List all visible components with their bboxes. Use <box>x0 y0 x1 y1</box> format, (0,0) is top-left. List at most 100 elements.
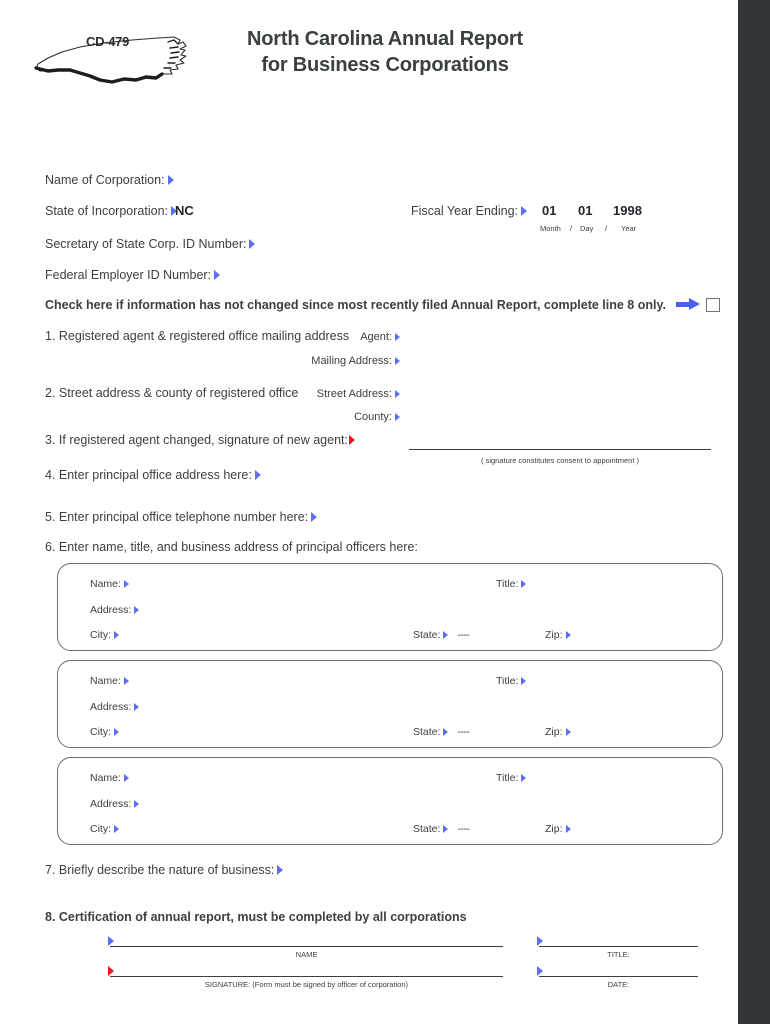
certification-title-field-marker-icon[interactable] <box>537 936 543 946</box>
officer-1-title-field-marker-icon[interactable] <box>521 580 527 588</box>
officer-3-address-label: Address: <box>90 798 132 810</box>
line-3-row: 3. If registered agent changed, signatur… <box>45 433 355 447</box>
county-row: County: <box>250 411 400 423</box>
line-3-text: 3. If registered agent changed, signatur… <box>45 433 348 447</box>
officer-2-name-label: Name: <box>90 675 121 687</box>
officer-3-city-row: City: <box>90 823 119 835</box>
blue-right-arrow-icon <box>676 298 700 310</box>
officer-3-title-field-marker-icon[interactable] <box>521 774 527 782</box>
certification-signature-field-marker-icon[interactable] <box>108 966 114 976</box>
fiscal-year-caption: Year <box>621 224 637 233</box>
line-7-text: 7. Briefly describe the nature of busine… <box>45 863 275 877</box>
mailing-address-field-marker-icon[interactable] <box>395 357 400 365</box>
line-4-row: 4. Enter principal office address here: <box>45 468 261 482</box>
form-code-label: CD-479 <box>86 34 129 49</box>
fiscal-sep-2: / <box>605 224 608 233</box>
principal-office-address-field-marker-icon[interactable] <box>254 470 261 480</box>
secretary-id-field-marker-icon[interactable] <box>249 239 256 249</box>
fiscal-sep-1: / <box>570 224 573 233</box>
officer-2-title-row: Title: <box>496 675 527 687</box>
officer-2-city-field-marker-icon[interactable] <box>114 728 119 736</box>
certification-name-field-marker-icon[interactable] <box>108 936 114 946</box>
certification-signature-line[interactable] <box>110 976 503 977</box>
principal-office-phone-field-marker-icon[interactable] <box>311 512 318 522</box>
line-5-row: 5. Enter principal office telephone numb… <box>45 510 318 524</box>
state-of-incorporation-label: State of Incorporation: <box>45 204 168 218</box>
fiscal-year-field-marker-icon[interactable] <box>521 206 528 216</box>
officer-2-city-label: City: <box>90 726 111 738</box>
officer-2-name-row: Name: <box>90 675 129 687</box>
fiscal-month-value[interactable]: 01 <box>542 203 556 218</box>
officer-2-zip-field-marker-icon[interactable] <box>565 728 571 736</box>
officer-2-title-field-marker-icon[interactable] <box>521 677 527 685</box>
officer-box-3: Name: Title: Address: City: State: ---- … <box>57 757 723 845</box>
officer-2-state-placeholder: ---- <box>457 726 470 738</box>
certification-signature-caption: SIGNATURE: (Form must be signed by offic… <box>204 980 409 989</box>
line-5-text: 5. Enter principal office telephone numb… <box>45 510 309 524</box>
certification-name-caption: NAME <box>295 950 318 959</box>
officer-3-state-field-marker-icon[interactable] <box>443 825 449 833</box>
street-address-row: Street Address: <box>250 388 400 400</box>
officer-1-address-label: Address: <box>90 604 132 616</box>
officer-1-city-field-marker-icon[interactable] <box>114 631 119 639</box>
officer-1-state-field-marker-icon[interactable] <box>443 631 449 639</box>
officer-1-zip-field-marker-icon[interactable] <box>565 631 571 639</box>
federal-employer-id-row: Federal Employer ID Number: <box>45 268 221 282</box>
officer-3-state-placeholder: ---- <box>457 823 470 835</box>
officer-2-title-label: Title: <box>496 675 519 687</box>
federal-employer-id-field-marker-icon[interactable] <box>214 270 221 280</box>
officer-2-address-field-marker-icon[interactable] <box>134 703 140 711</box>
officer-3-name-label: Name: <box>90 772 121 784</box>
line-6-text: 6. Enter name, title, and business addre… <box>45 540 418 554</box>
officer-1-address-row: Address: <box>90 604 140 616</box>
federal-employer-id-label: Federal Employer ID Number: <box>45 268 212 282</box>
officer-2-state-label: State: <box>413 726 441 738</box>
officer-3-name-field-marker-icon[interactable] <box>123 774 129 782</box>
no-change-checkbox[interactable] <box>706 298 720 312</box>
officer-2-city-row: City: <box>90 726 119 738</box>
officer-3-address-row: Address: <box>90 798 140 810</box>
name-of-corporation-field-marker-icon[interactable] <box>167 175 174 185</box>
fiscal-day-value[interactable]: 01 <box>578 203 592 218</box>
officer-3-zip-field-marker-icon[interactable] <box>565 825 571 833</box>
state-of-incorporation-value[interactable]: NC <box>175 203 194 218</box>
street-address-label: Street Address: <box>316 388 392 400</box>
mailing-address-label: Mailing Address: <box>311 355 392 367</box>
officer-3-title-label: Title: <box>496 772 519 784</box>
officer-2-state-field-marker-icon[interactable] <box>443 728 449 736</box>
officer-3-name-row: Name: <box>90 772 129 784</box>
officer-2-name-field-marker-icon[interactable] <box>123 677 129 685</box>
certification-date-line[interactable] <box>539 976 698 977</box>
officer-2-address-label: Address: <box>90 701 132 713</box>
nature-of-business-field-marker-icon[interactable] <box>277 865 284 875</box>
mailing-address-row: Mailing Address: <box>250 355 400 367</box>
officer-3-city-field-marker-icon[interactable] <box>114 825 119 833</box>
certification-title-caption: TITLE: <box>607 950 630 959</box>
officer-1-name-field-marker-icon[interactable] <box>123 580 129 588</box>
new-agent-signature-marker-icon[interactable] <box>349 435 355 445</box>
officer-2-zip-label: Zip: <box>545 726 563 738</box>
name-of-corporation-row: Name of Corporation: <box>45 173 174 187</box>
officer-2-zip-row: Zip: <box>545 726 571 738</box>
officer-3-city-label: City: <box>90 823 111 835</box>
state-of-incorporation-row: State of Incorporation: <box>45 204 177 218</box>
street-address-field-marker-icon[interactable] <box>395 390 400 398</box>
fiscal-month-caption: Month <box>540 224 561 233</box>
officer-3-address-field-marker-icon[interactable] <box>134 800 140 808</box>
officer-1-title-label: Title: <box>496 578 519 590</box>
certification-date-field-marker-icon[interactable] <box>537 966 543 976</box>
officer-1-zip-row: Zip: <box>545 629 571 641</box>
fiscal-year-value[interactable]: 1998 <box>613 203 642 218</box>
officer-1-name-label: Name: <box>90 578 121 590</box>
officer-1-address-field-marker-icon[interactable] <box>134 606 140 614</box>
certification-title-line[interactable] <box>539 946 698 947</box>
officer-1-state-row: State: ---- <box>413 629 470 641</box>
certification-name-line[interactable] <box>110 946 503 947</box>
agent-field-marker-icon[interactable] <box>395 333 400 341</box>
page-title: North Carolina Annual Report for Busines… <box>205 26 565 78</box>
agent-label: Agent: <box>360 331 392 343</box>
new-agent-signature-line[interactable] <box>409 449 711 450</box>
north-carolina-state-outline-icon <box>28 20 200 88</box>
county-field-marker-icon[interactable] <box>395 413 400 421</box>
secretary-id-label: Secretary of State Corp. ID Number: <box>45 237 247 251</box>
